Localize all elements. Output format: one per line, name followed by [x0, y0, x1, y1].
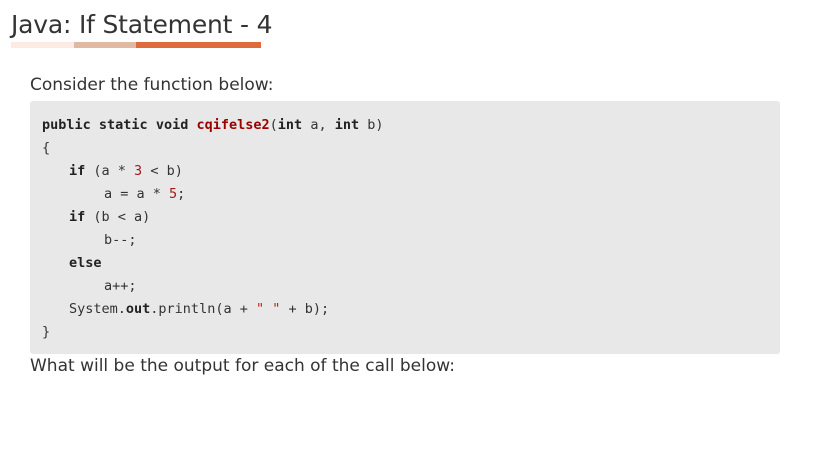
out-field: out [125, 301, 151, 317]
keyword-int: int [277, 117, 303, 133]
page-title: Java: If Statement - 4 [11, 10, 273, 39]
code-line-7: else [69, 255, 102, 271]
println-call: .println(a + [150, 301, 256, 317]
code-line-10: } [42, 324, 51, 340]
title-underline-light [11, 42, 74, 48]
assign-start: a = a * [104, 186, 170, 202]
code-line-2: { [42, 140, 51, 156]
keyword-int: int [334, 117, 360, 133]
assign-end: ; [177, 186, 186, 202]
code-line-3: if (a * 3 < b) [69, 161, 183, 181]
code-line-9: System.out.println(a + " " + b); [69, 299, 329, 319]
system-object: System. [69, 301, 126, 317]
title-underline-accent [136, 42, 261, 48]
code-line-6: b--; [104, 232, 137, 248]
string-literal: " " [255, 301, 281, 317]
code-line-8: a++; [104, 278, 137, 294]
function-name: cqifelse2 [196, 117, 270, 133]
title-underline-mid [74, 42, 136, 48]
keyword-static: static [98, 117, 148, 133]
println-end: + b); [280, 301, 330, 317]
question-text: What will be the output for each of the … [30, 356, 455, 376]
keyword-void: void [155, 117, 189, 133]
param-a: a, [302, 117, 335, 133]
condition-start: (a * [85, 163, 135, 179]
code-line-1: public static void cqifelse2(int a, int … [42, 115, 383, 135]
keyword-if: if [69, 163, 86, 179]
number-literal: 3 [134, 163, 143, 179]
code-line-5: if (b < a) [69, 207, 150, 227]
paren-open: ( [269, 117, 278, 133]
condition: (b < a) [85, 209, 151, 225]
intro-text: Consider the function below: [30, 75, 274, 95]
keyword-public: public [42, 117, 91, 133]
code-block: public static void cqifelse2(int a, int … [30, 101, 780, 354]
keyword-if: if [69, 209, 86, 225]
param-b: b) [359, 117, 384, 133]
condition-end: < b) [142, 163, 183, 179]
code-line-4: a = a * 5; [104, 184, 185, 204]
number-literal: 5 [169, 186, 178, 202]
